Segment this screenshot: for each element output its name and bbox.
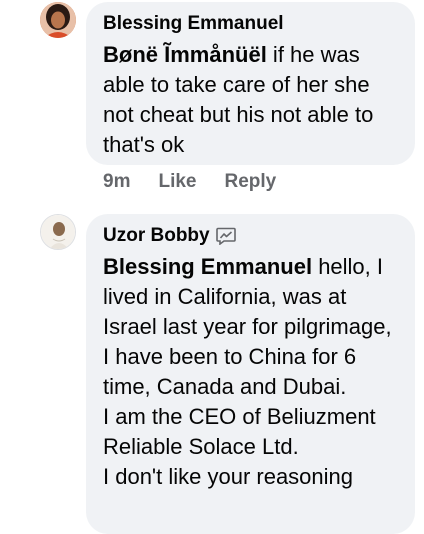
- avatar-image: [41, 215, 75, 249]
- timestamp[interactable]: 9m: [103, 171, 130, 193]
- mention-tag[interactable]: Blessing Emmanuel: [103, 254, 312, 279]
- like-button[interactable]: Like: [158, 171, 196, 193]
- mention-tag[interactable]: Bønë Ĩmmånüël: [103, 42, 267, 67]
- comment-author[interactable]: Uzor Bobby: [103, 224, 403, 248]
- messenger-icon: [215, 227, 236, 245]
- reply-button[interactable]: Reply: [225, 171, 277, 193]
- comment-bubble[interactable]: Blessing Emmanuel Bønë Ĩmmånüël if he wa…: [86, 2, 415, 165]
- comment-text-line: I don't like your reasoning: [103, 464, 354, 489]
- comment-text: Blessing Emmanuel hello, I lived in Cali…: [103, 252, 403, 402]
- comment-text: Bønë Ĩmmånüël if he was able to take car…: [103, 40, 401, 160]
- avatar[interactable]: [40, 2, 76, 38]
- comment-bubble[interactable]: Uzor Bobby Blessing Emmanuel hello, I li…: [86, 214, 415, 534]
- comment-author[interactable]: Blessing Emmanuel: [103, 12, 401, 36]
- comment-text-line: I am the CEO of Beliuzment Reliable Sola…: [103, 404, 376, 459]
- avatar[interactable]: [40, 214, 76, 250]
- comment-actions: 9m Like Reply: [103, 171, 276, 193]
- avatar-image: [40, 2, 76, 38]
- author-name[interactable]: Uzor Bobby: [103, 224, 210, 248]
